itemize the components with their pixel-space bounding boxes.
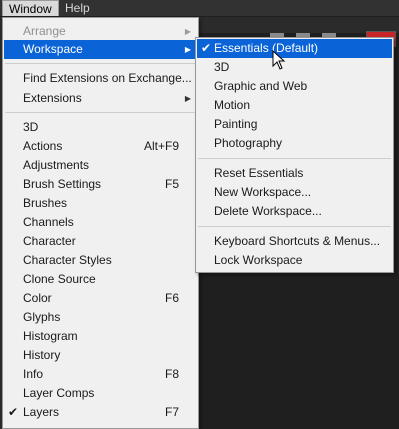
menu-item-label: 3D <box>214 60 230 74</box>
checkmark-icon: ✔ <box>201 41 212 55</box>
menu-item-color[interactable]: Color F6 <box>4 289 197 308</box>
mouse-cursor-icon <box>272 50 286 70</box>
menu-item-label: Character <box>23 234 76 248</box>
menu-item-keyboard-shortcuts[interactable]: Keyboard Shortcuts & Menus... <box>197 232 392 251</box>
menu-item-label: Painting <box>214 117 258 131</box>
menu-item-photography[interactable]: Photography <box>197 134 392 153</box>
menu-separator <box>198 226 391 227</box>
menu-separator <box>198 158 391 159</box>
menu-item-label: Layers <box>23 405 60 419</box>
menu-item-label: Histogram <box>23 329 78 343</box>
menu-separator <box>5 112 196 113</box>
submenu-arrow-icon: ▶ <box>184 27 191 36</box>
menu-item-label: Layer Comps <box>23 386 95 400</box>
menu-item-layers[interactable]: ✔ Layers F7 <box>4 403 197 422</box>
menu-item-label: Info <box>23 367 44 381</box>
menu-item-label: Workspace <box>23 42 83 56</box>
menu-item-label: Channels <box>23 215 74 229</box>
menu-item-graphic-web[interactable]: Graphic and Web <box>197 77 392 96</box>
menu-item-label: Keyboard Shortcuts & Menus... <box>214 234 381 248</box>
menu-item-label: 3D <box>23 120 39 134</box>
menu-item-label: Adjustments <box>23 158 90 172</box>
menu-item-label: Color <box>23 291 52 305</box>
menu-item-label: Brush Settings <box>23 177 102 191</box>
menu-item-label: Lock Workspace <box>214 253 303 267</box>
submenu-arrow-icon: ▶ <box>184 45 191 54</box>
menu-item-extensions[interactable]: Extensions ▶ <box>4 89 197 108</box>
menu-item-arrange[interactable]: Arrange ▶ <box>4 22 197 41</box>
checkmark-icon: ✔ <box>8 405 19 419</box>
menu-item-histogram[interactable]: Histogram <box>4 327 197 346</box>
menu-item-character-styles[interactable]: Character Styles <box>4 251 197 270</box>
workspace-submenu: ✔ Essentials (Default) 3D Graphic and We… <box>195 37 394 273</box>
menu-item-clone-source[interactable]: Clone Source <box>4 270 197 289</box>
menu-window[interactable]: Window <box>2 0 59 16</box>
menu-item-label: Arrange <box>23 24 66 38</box>
menu-item-label: History <box>23 348 61 362</box>
menu-item-character[interactable]: Character <box>4 232 197 251</box>
window-menu: Arrange ▶ Workspace ▶ Find Extensions on… <box>2 17 199 429</box>
menu-bar: Window Help <box>0 0 399 17</box>
menu-item-layer-comps[interactable]: Layer Comps <box>4 384 197 403</box>
menu-item-3d-workspace[interactable]: 3D <box>197 58 392 77</box>
menu-help[interactable]: Help <box>59 0 96 16</box>
menu-item-3d[interactable]: 3D <box>4 118 197 137</box>
menu-item-find-extensions[interactable]: Find Extensions on Exchange... <box>4 69 197 88</box>
menu-item-label: Find Extensions on Exchange... <box>23 71 192 85</box>
menu-item-channels[interactable]: Channels <box>4 213 197 232</box>
menu-item-label: Actions <box>23 139 63 153</box>
menu-item-adjustments[interactable]: Adjustments <box>4 156 197 175</box>
menu-item-label: Extensions <box>23 91 82 105</box>
menu-item-label: Character Styles <box>23 253 112 267</box>
menu-item-shortcut: Alt+F9 <box>143 139 179 153</box>
menu-item-painting[interactable]: Painting <box>197 115 392 134</box>
menu-item-motion[interactable]: Motion <box>197 96 392 115</box>
menu-item-brushes[interactable]: Brushes <box>4 194 197 213</box>
menu-item-label: Glyphs <box>23 310 61 324</box>
menu-item-glyphs[interactable]: Glyphs <box>4 308 197 327</box>
menu-item-shortcut: F8 <box>164 367 179 381</box>
menu-item-actions[interactable]: Actions Alt+F9 <box>4 137 197 156</box>
menu-item-label: Photography <box>214 136 283 150</box>
menu-item-shortcut: F7 <box>164 405 179 419</box>
menu-item-label: Clone Source <box>23 272 96 286</box>
menu-item-info[interactable]: Info F8 <box>4 365 197 384</box>
menu-separator <box>5 63 196 64</box>
menu-item-lock-workspace[interactable]: Lock Workspace <box>197 251 392 270</box>
menu-item-essentials[interactable]: ✔ Essentials (Default) <box>197 39 392 58</box>
menu-item-label: Graphic and Web <box>214 79 308 93</box>
menu-item-label: Motion <box>214 98 251 112</box>
menu-item-label: Reset Essentials <box>214 166 304 180</box>
menu-item-shortcut: F5 <box>164 177 179 191</box>
submenu-arrow-icon: ▶ <box>184 94 191 103</box>
menu-item-history[interactable]: History <box>4 346 197 365</box>
menu-item-label: New Workspace... <box>214 185 312 199</box>
menu-item-label: Essentials (Default) <box>214 41 319 55</box>
menu-item-new-workspace[interactable]: New Workspace... <box>197 183 392 202</box>
menu-item-label: Delete Workspace... <box>214 204 322 218</box>
menu-item-workspace[interactable]: Workspace ▶ <box>4 40 197 59</box>
menu-item-brush-settings[interactable]: Brush Settings F5 <box>4 175 197 194</box>
menu-item-label: Brushes <box>23 196 68 210</box>
menu-item-reset-essentials[interactable]: Reset Essentials <box>197 164 392 183</box>
menu-item-delete-workspace[interactable]: Delete Workspace... <box>197 202 392 221</box>
menu-item-shortcut: F6 <box>164 291 179 305</box>
